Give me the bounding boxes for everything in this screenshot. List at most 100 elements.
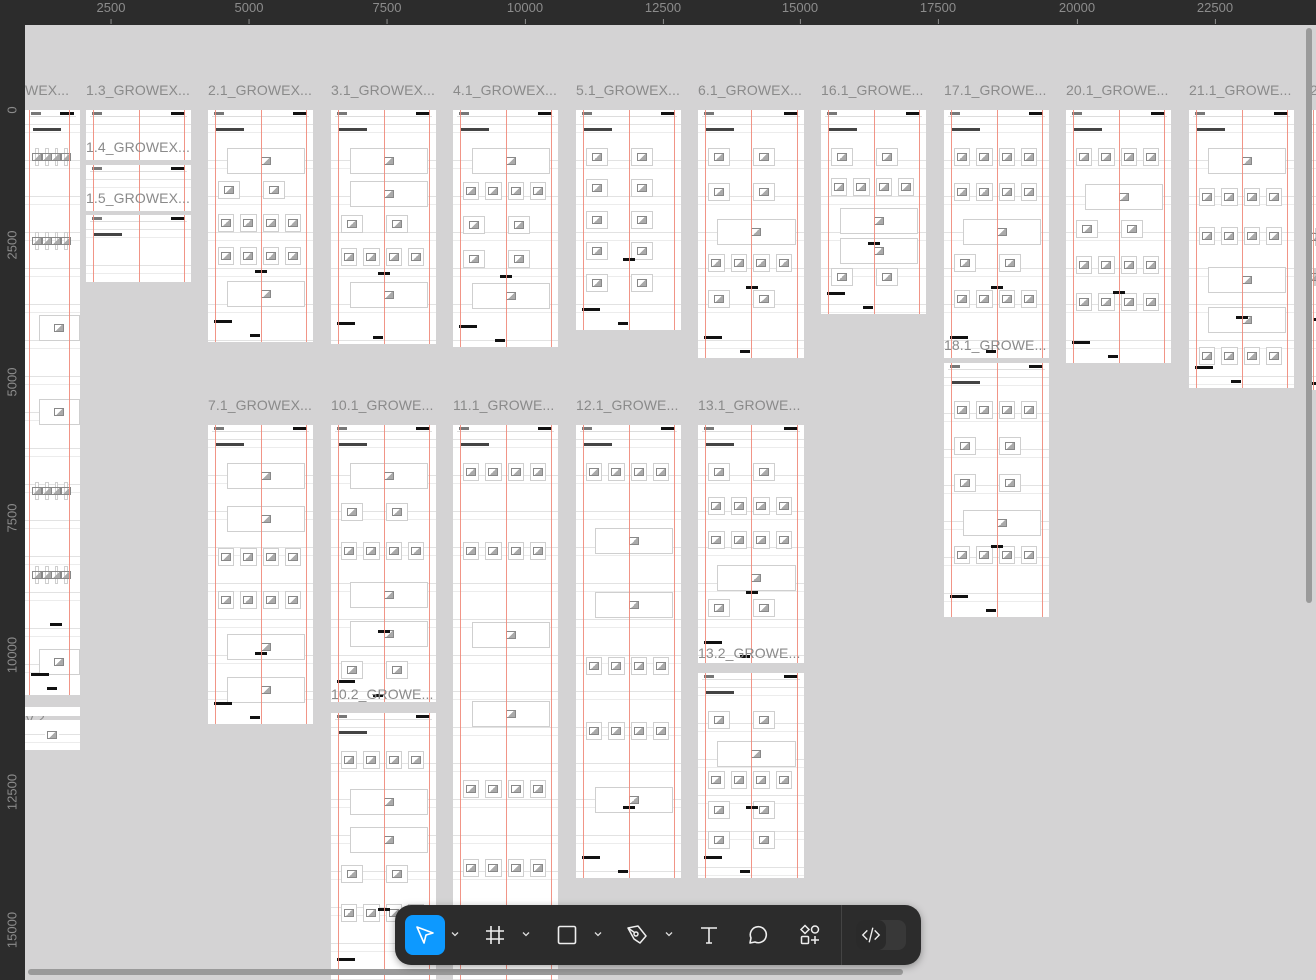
frame-label[interactable]: 18.1_GROWE... (944, 337, 1049, 353)
image-placeholder (1221, 187, 1238, 206)
layout-guide (1042, 110, 1043, 358)
layout-guide (751, 425, 752, 663)
image-placeholder (976, 546, 993, 565)
frame-label[interactable]: 20.1_GROWE... (1066, 82, 1171, 98)
image-placeholder (385, 502, 408, 521)
text-tool-button[interactable] (689, 915, 729, 955)
frame[interactable] (1189, 110, 1294, 388)
image-placeholder (630, 463, 647, 481)
image-placeholder (463, 181, 480, 200)
horizontal-scrollbar[interactable] (28, 969, 903, 975)
frame-label[interactable]: 13.1_GROWE... (698, 397, 804, 413)
image-placeholder (1142, 292, 1159, 311)
shape-tool-button[interactable] (547, 915, 587, 955)
layout-guide (919, 110, 920, 314)
move-tool-button[interactable] (405, 915, 445, 955)
frame[interactable] (576, 110, 681, 330)
frame-label[interactable]: 1.5_GROWEX... (86, 190, 191, 206)
layout-guide (1164, 110, 1165, 363)
frame-black-button (740, 870, 751, 873)
image-placeholder (775, 771, 792, 789)
frame[interactable] (944, 363, 1049, 617)
image-placeholder (962, 218, 1042, 245)
frame-label[interactable]: 1.4_GROWEX... (86, 139, 191, 155)
frame-black-button (827, 292, 845, 295)
image-placeholder (853, 178, 870, 196)
frame[interactable] (698, 110, 804, 358)
layout-guide (1042, 363, 1043, 617)
frame-tool-chevron[interactable] (521, 927, 531, 941)
vertical-scrollbar[interactable] (1306, 28, 1312, 603)
layout-guide (338, 110, 339, 344)
move-tool-chevron[interactable] (450, 927, 460, 941)
frame[interactable] (25, 110, 80, 695)
shape-tool-chevron[interactable] (593, 927, 603, 941)
frame-label[interactable]: 21.1_GROWE... (1189, 82, 1294, 98)
frame[interactable] (576, 425, 681, 878)
image-placeholder (586, 210, 608, 229)
frame-tool-button[interactable] (475, 915, 515, 955)
image-placeholder (976, 183, 993, 202)
image-placeholder (341, 865, 363, 884)
frame-label[interactable]: 2.1_GROWEX... (208, 82, 313, 98)
layout-guide (139, 215, 140, 282)
frame-label[interactable]: 1.3_GROWEX... (86, 82, 191, 98)
image-placeholder (954, 148, 971, 166)
frame-label[interactable]: 6.1_GROWEX... (698, 82, 804, 98)
image-placeholder (385, 542, 402, 561)
assets-tool-button[interactable] (790, 915, 830, 955)
image-placeholder (341, 248, 358, 267)
pen-tool-button[interactable] (617, 915, 657, 955)
frame-black-button (250, 334, 260, 337)
frame[interactable] (331, 110, 436, 344)
frame-label[interactable]: 12.1_GROWE... (576, 397, 681, 413)
frame-black-button (1195, 366, 1213, 369)
frame[interactable] (944, 110, 1049, 358)
frame-label[interactable]: 11.1_GROWE... (453, 397, 558, 413)
frame[interactable] (25, 720, 80, 750)
frame-label[interactable]: 10.1_GROWE... (331, 397, 436, 413)
frame-label[interactable]: 16.1_GROWE... (821, 82, 926, 98)
frame-black-button (337, 680, 355, 683)
frame-title (952, 128, 980, 131)
frame[interactable] (821, 110, 926, 314)
frame-title (706, 443, 734, 446)
layout-guide (338, 713, 339, 980)
frame[interactable] (1066, 110, 1171, 363)
image-placeholder (1076, 148, 1093, 166)
image-placeholder (998, 401, 1015, 419)
image-placeholder (44, 565, 49, 584)
image-placeholder (716, 565, 797, 591)
frame[interactable] (208, 110, 313, 342)
frame[interactable] (208, 425, 313, 724)
image-placeholder (1120, 148, 1137, 166)
frame[interactable] (698, 673, 804, 878)
image-placeholder (218, 548, 235, 567)
frame[interactable] (698, 425, 804, 663)
frame-label[interactable]: 10.2_GROWE... (331, 686, 436, 702)
code-brackets-icon (861, 927, 881, 943)
frame[interactable] (25, 707, 80, 716)
frame-label[interactable]: 5.1_GROWEX... (576, 82, 681, 98)
frame-label[interactable]: 17.1_GROWE... (944, 82, 1049, 98)
comment-tool-button[interactable] (738, 915, 778, 955)
frame[interactable] (453, 110, 558, 347)
frame-label[interactable]: 7.1_GROWEX... (208, 397, 313, 413)
pen-tool-chevron[interactable] (664, 927, 674, 941)
rectangle-icon (557, 925, 577, 945)
image-placeholder (35, 231, 39, 250)
frame[interactable] (453, 425, 558, 980)
frame[interactable] (86, 215, 191, 282)
frame[interactable] (331, 425, 436, 702)
layout-guide (828, 110, 829, 314)
text-t-icon (701, 927, 717, 944)
image-placeholder (875, 268, 898, 286)
frame-label[interactable]: 4.1_GROWEX... (453, 82, 558, 98)
frame-label[interactable]: 3.1_GROWEX... (331, 82, 436, 98)
ruler-tick-x: 2500 (96, 0, 126, 24)
image-placeholder (730, 497, 747, 515)
layout-guide (797, 425, 798, 663)
frame-label[interactable]: 13.2_GROWE... (698, 645, 804, 661)
dev-mode-toggle[interactable] (856, 920, 906, 950)
frame-label[interactable]: WEX... (25, 82, 80, 98)
